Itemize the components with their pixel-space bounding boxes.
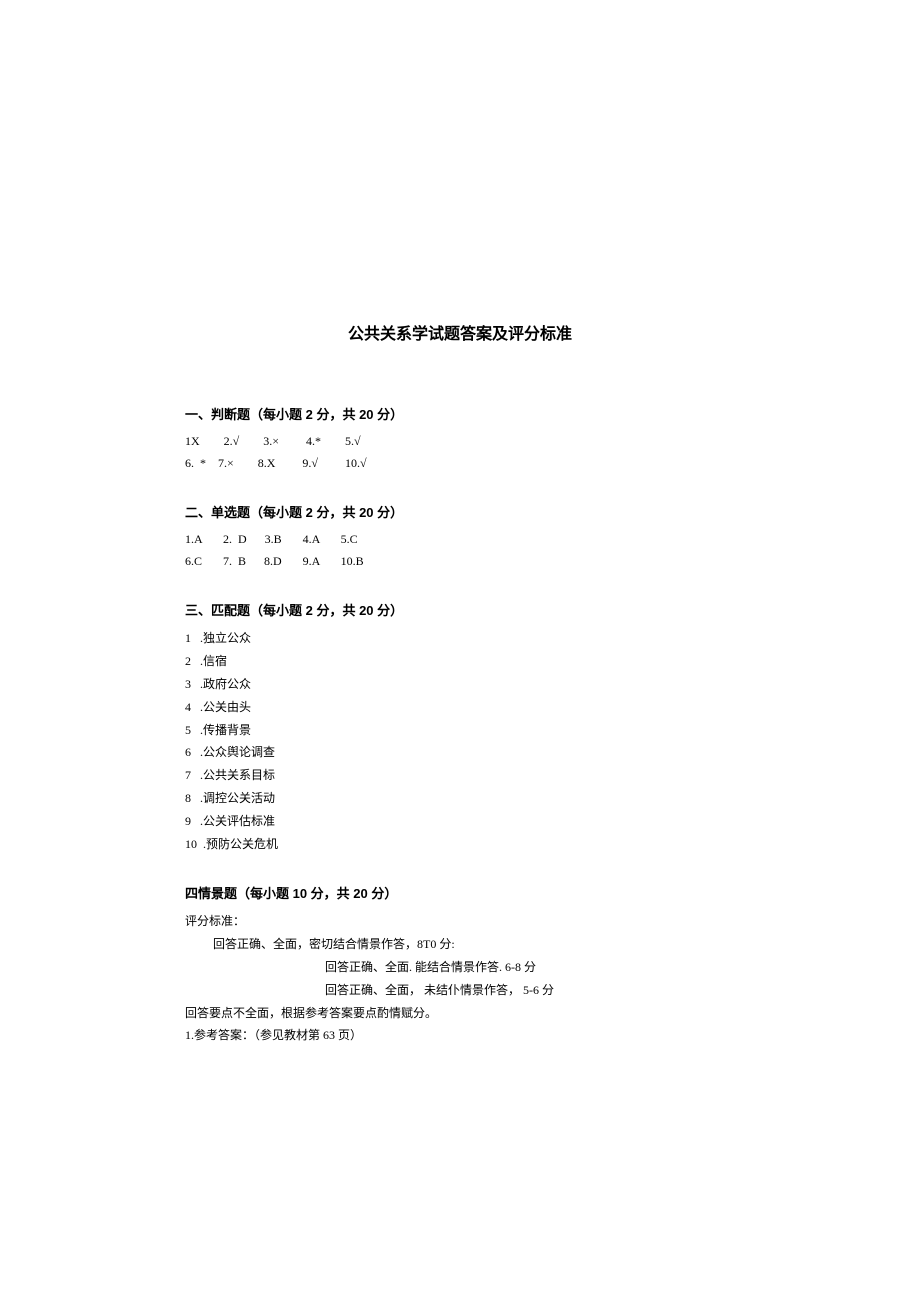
list-item: 9 .公关评估标准 <box>185 810 735 833</box>
section-judgement: 一、判断题（每小题 2 分，共 20 分） 1X 2.√ 3.× 4.* 5.√… <box>185 404 735 474</box>
section1-header: 一、判断题（每小题 2 分，共 20 分） <box>185 404 735 423</box>
list-item: 3 .政府公众 <box>185 673 735 696</box>
section3-header: 三、匹配题（每小题 2 分，共 20 分） <box>185 600 735 619</box>
list-item: 10 .预防公关危机 <box>185 833 735 856</box>
list-item: 1 .独立公众 <box>185 627 735 650</box>
section2-row2: 6.C 7. B 8.D 9.A 10.B <box>185 551 735 573</box>
list-item: 7 .公共关系目标 <box>185 764 735 787</box>
list-item: 6 .公众舆论调查 <box>185 741 735 764</box>
list-item: 5 .传播背景 <box>185 719 735 742</box>
section-scenario: 四情景题（每小题 10 分，共 20 分） 评分标准： 回答正确、全面，密切结合… <box>185 883 735 1047</box>
list-item: 4 .公关由头 <box>185 696 735 719</box>
scoring-line: 回答正确、全面， 未结仆情景作答， 5-6 分 <box>185 979 735 1002</box>
section-single-choice: 二、单选题（每小题 2 分，共 20 分） 1.A 2. D 3.B 4.A 5… <box>185 502 735 572</box>
list-item: 2 .信宿 <box>185 650 735 673</box>
section-matching: 三、匹配题（每小题 2 分，共 20 分） 1 .独立公众 2 .信宿 3 .政… <box>185 600 735 855</box>
section4-header: 四情景题（每小题 10 分，共 20 分） <box>185 883 735 902</box>
page-content: 公共关系学试题答案及评分标准 一、判断题（每小题 2 分，共 20 分） 1X … <box>185 320 735 1075</box>
reference-answer: 1.参考答案：（参见教材第 63 页） <box>185 1024 735 1047</box>
list-item: 8 .调控公关活动 <box>185 787 735 810</box>
scoring-line: 回答正确、全面. 能结合情景作答. 6-8 分 <box>185 956 735 979</box>
section2-header: 二、单选题（每小题 2 分，共 20 分） <box>185 502 735 521</box>
scoring-line: 回答正确、全面，密切结合情景作答，8T0 分: <box>185 933 735 956</box>
document-title: 公共关系学试题答案及评分标准 <box>185 320 735 344</box>
scoring-label: 评分标准： <box>185 910 735 933</box>
section2-row1: 1.A 2. D 3.B 4.A 5.C <box>185 529 735 551</box>
section1-row1: 1X 2.√ 3.× 4.* 5.√ <box>185 431 735 453</box>
scoring-line: 回答要点不全面，根据参考答案要点酌情赋分。 <box>185 1002 735 1025</box>
section1-row2: 6. * 7.× 8.X 9.√ 10.√ <box>185 453 735 475</box>
